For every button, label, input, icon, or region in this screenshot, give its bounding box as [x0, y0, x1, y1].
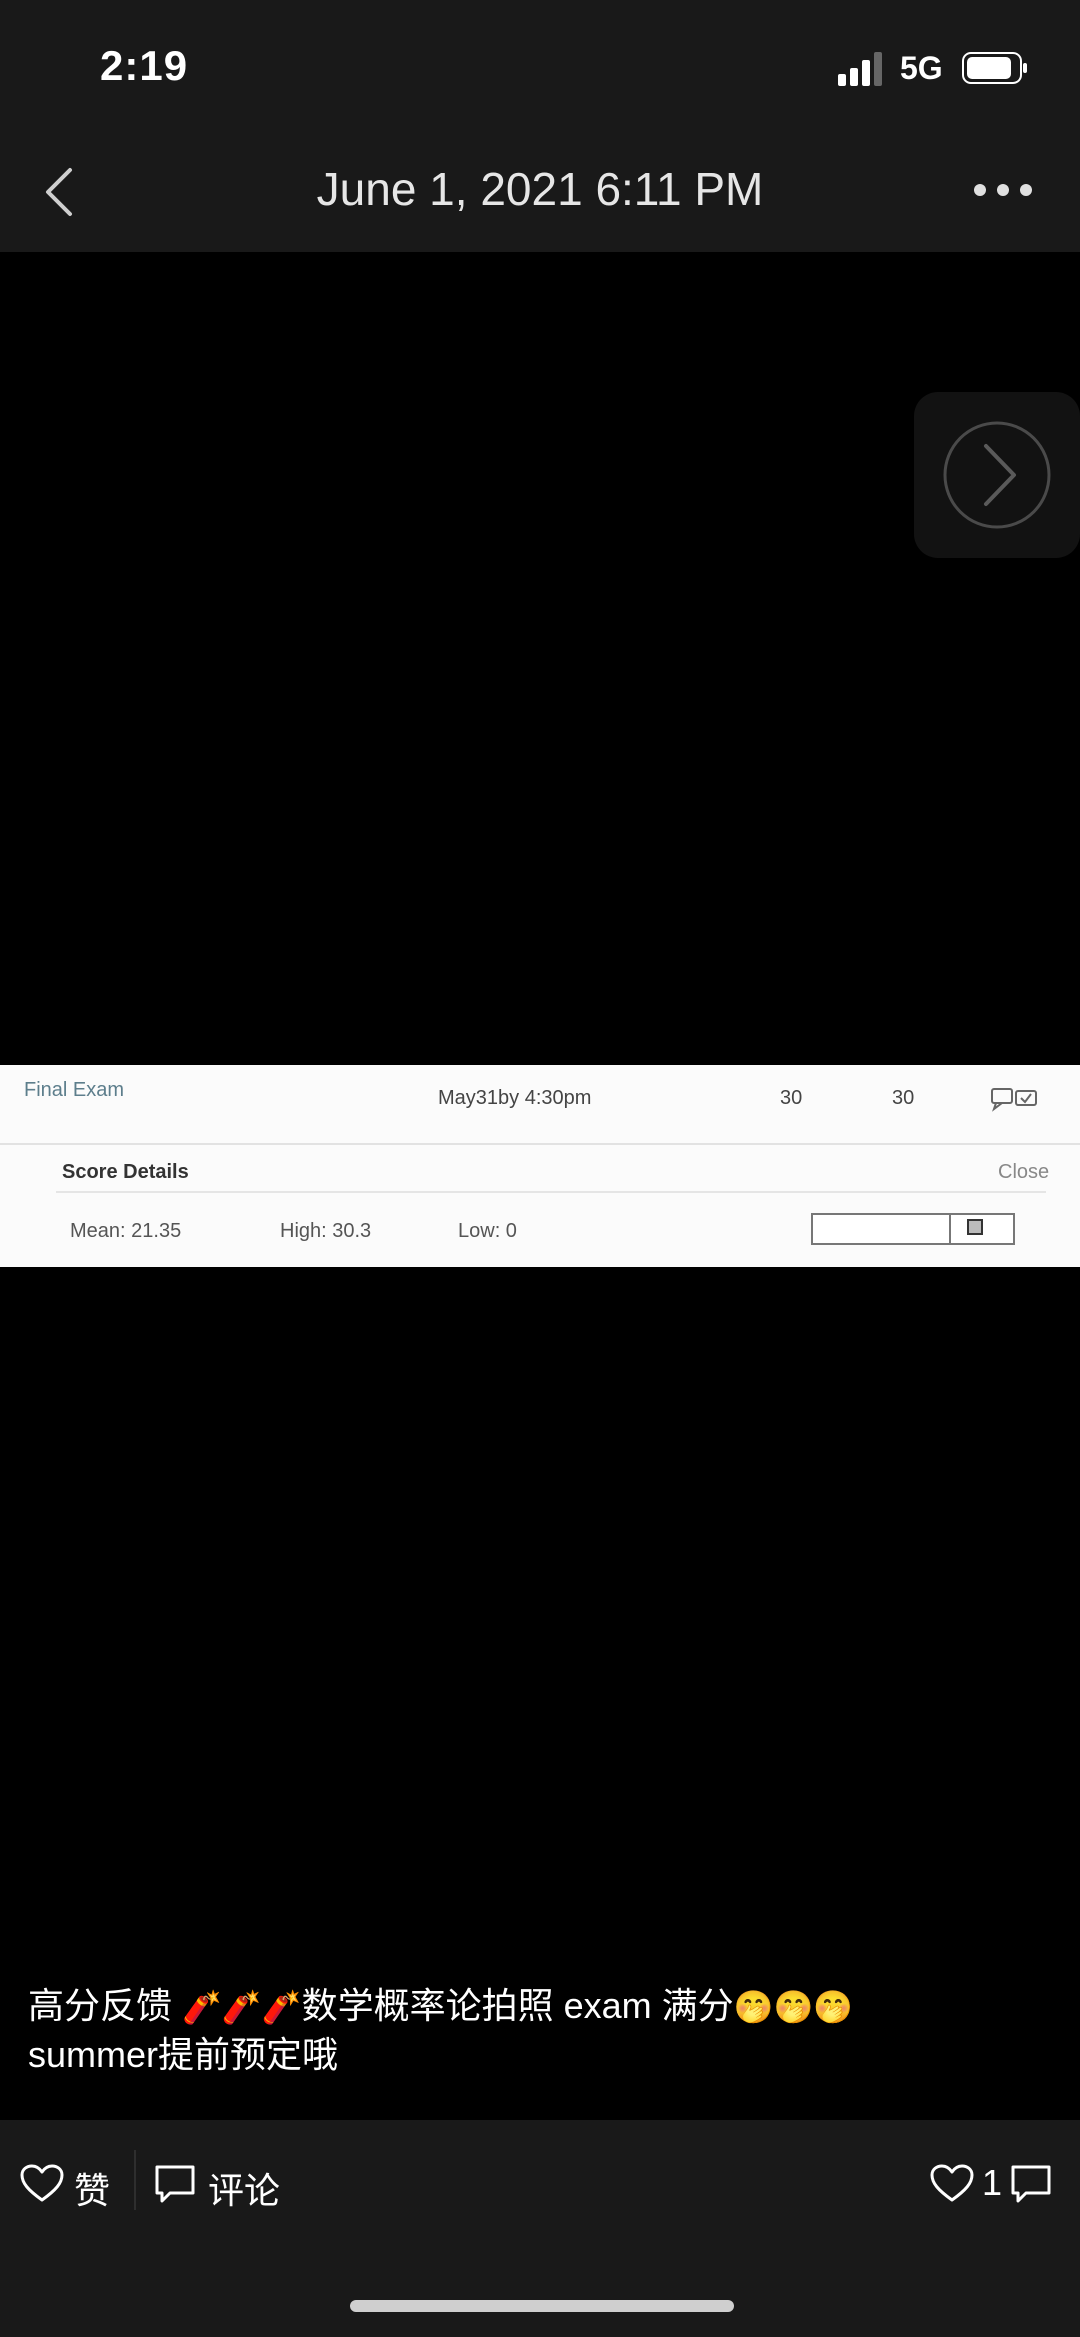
mean-score: Mean: 21.35	[70, 1220, 182, 1242]
high-score: High: 30.3	[280, 1220, 372, 1242]
like-button[interactable]: 赞	[20, 2156, 120, 2212]
grade-screenshot-photo: Final Exam May31by 4:30pm 30 30 Score De…	[0, 1065, 1080, 1267]
chevron-right-circle-icon	[943, 421, 1051, 529]
caption-text-3: summer提前预定哦	[28, 2034, 339, 2075]
out-of-value: 30	[892, 1087, 915, 1109]
like-count: 1	[982, 2162, 1003, 2203]
comment-button[interactable]: 评论	[154, 2156, 294, 2212]
image-viewer[interactable]: Final Exam May31by 4:30pm 30 30 Score De…	[0, 252, 1080, 2120]
network-type: 5G	[900, 50, 943, 86]
caption-text-1: 高分反馈	[28, 1985, 173, 2026]
next-image-button[interactable]	[914, 392, 1080, 558]
heart-icon	[930, 2164, 974, 2202]
heart-icon	[20, 2164, 64, 2202]
home-indicator[interactable]	[350, 2300, 734, 2312]
face-emoji: 🤭🤭🤭	[733, 1988, 854, 2026]
comments-icon	[991, 1088, 1037, 1112]
action-divider	[134, 2150, 136, 2210]
close-link: Close	[998, 1161, 1050, 1183]
signal-icon	[838, 52, 882, 86]
bottom-action-bar: 赞 评论 1	[0, 2120, 1080, 2337]
nav-bar: June 1, 2021 6:11 PM	[0, 130, 1080, 252]
post-caption: 高分反馈 🧨🧨🧨数学概率论拍照 exam 满分🤭🤭🤭 summer提前预定哦	[28, 1982, 1028, 2078]
page-title: June 1, 2021 6:11 PM	[316, 163, 764, 215]
comment-label: 评论	[208, 2170, 281, 2211]
battery-icon	[962, 52, 1027, 84]
status-bar: 2:19 5G	[0, 0, 1080, 130]
score-value: 30	[780, 1087, 803, 1109]
firecracker-emoji: 🧨🧨🧨	[182, 1988, 302, 2026]
score-details-header: Score Details Close	[56, 1161, 1050, 1193]
low-score: Low: 0	[458, 1220, 517, 1242]
caption-text-2: 数学概率论拍照 exam 满分	[301, 1985, 734, 2026]
like-label: 赞	[74, 2170, 111, 2211]
more-dots-icon[interactable]	[968, 170, 1038, 210]
score-distribution-box	[811, 1213, 1015, 1245]
grade-row: Final Exam May31by 4:30pm 30 30	[0, 1065, 1080, 1145]
due-date: May31by 4:30pm	[438, 1087, 592, 1109]
comment-icon	[155, 2165, 195, 2203]
status-time: 2:19	[100, 42, 189, 89]
like-count-group[interactable]: 1	[926, 2156, 1066, 2212]
assignment-name: Final Exam	[24, 1079, 125, 1101]
score-details-label: Score Details	[62, 1161, 189, 1183]
comment-icon	[1011, 2165, 1051, 2203]
